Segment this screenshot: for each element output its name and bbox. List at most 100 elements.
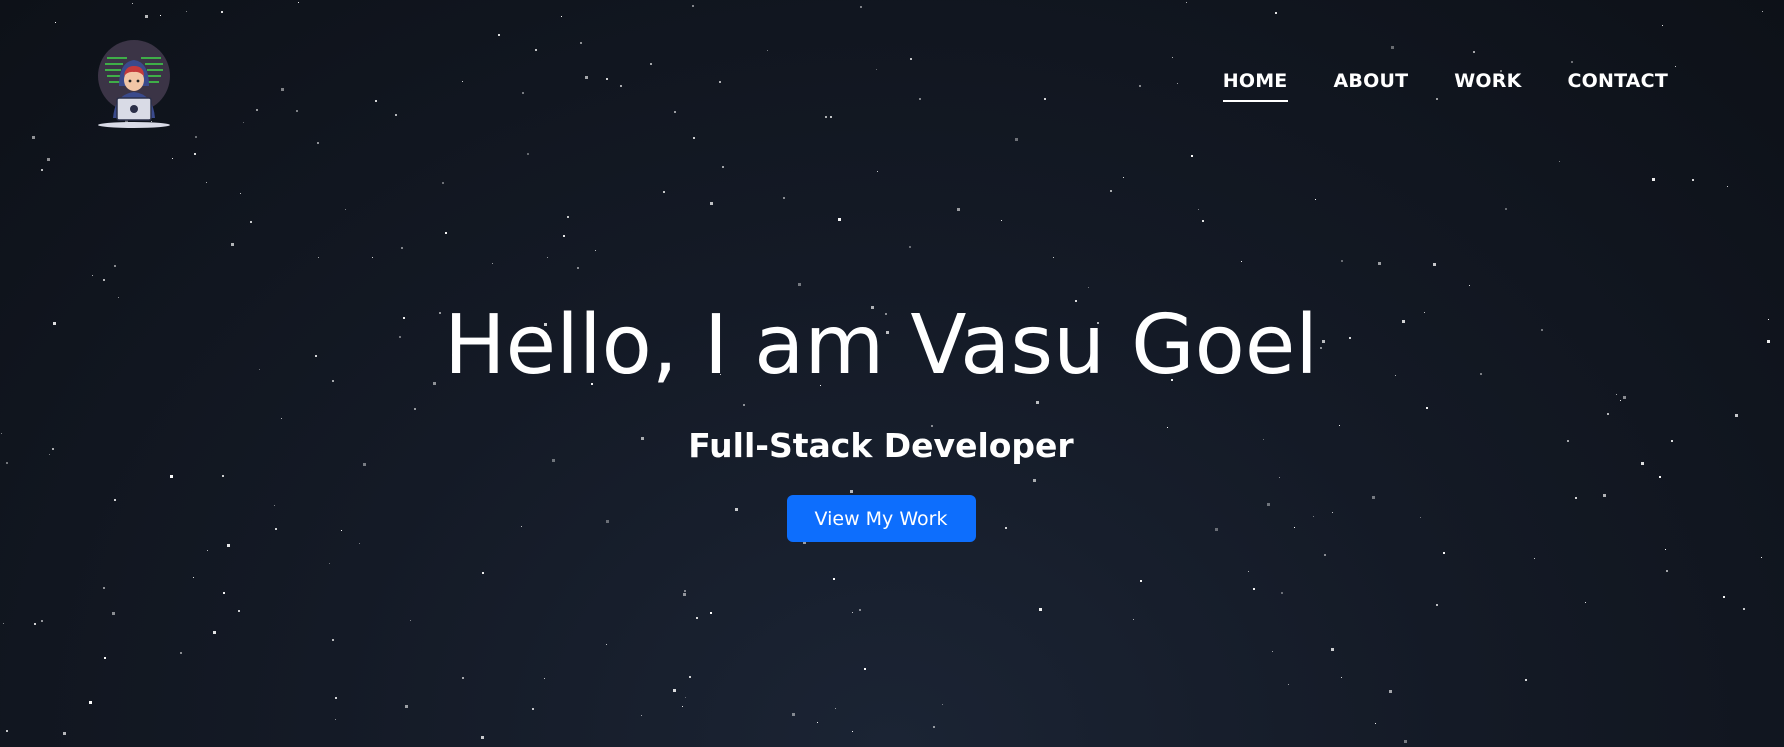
nav-item-contact[interactable]: CONTACT bbox=[1568, 70, 1669, 102]
star bbox=[684, 590, 686, 592]
star bbox=[1341, 677, 1342, 678]
star bbox=[1623, 396, 1626, 399]
star bbox=[1039, 608, 1042, 611]
star bbox=[1133, 619, 1134, 620]
star bbox=[359, 543, 360, 544]
star bbox=[783, 197, 785, 199]
star bbox=[114, 265, 116, 267]
star bbox=[1659, 476, 1661, 478]
star bbox=[767, 50, 768, 51]
star bbox=[375, 100, 377, 102]
star bbox=[1378, 262, 1381, 265]
star bbox=[145, 15, 148, 18]
star bbox=[1331, 648, 1334, 651]
star bbox=[281, 88, 284, 91]
star bbox=[1607, 413, 1609, 415]
star bbox=[222, 475, 224, 477]
star bbox=[1281, 592, 1283, 594]
star bbox=[674, 111, 676, 113]
star bbox=[1241, 261, 1242, 262]
star bbox=[318, 257, 319, 258]
star bbox=[462, 81, 463, 82]
star bbox=[1275, 12, 1277, 14]
star bbox=[1375, 723, 1376, 724]
star bbox=[296, 110, 298, 112]
nav-item-home[interactable]: HOME bbox=[1222, 70, 1288, 102]
star bbox=[1324, 554, 1326, 556]
cta-container: View My Work bbox=[0, 495, 1762, 542]
star bbox=[909, 246, 911, 248]
star bbox=[561, 16, 562, 17]
star bbox=[103, 587, 105, 589]
star bbox=[332, 639, 334, 641]
star bbox=[710, 202, 713, 205]
star bbox=[172, 158, 173, 159]
star bbox=[1525, 679, 1527, 681]
star bbox=[32, 136, 35, 139]
star bbox=[719, 81, 721, 83]
star bbox=[1172, 57, 1173, 58]
view-my-work-button[interactable]: View My Work bbox=[786, 495, 976, 542]
star bbox=[213, 631, 216, 634]
star bbox=[1616, 394, 1617, 395]
star bbox=[227, 544, 230, 547]
nav-item-about[interactable]: ABOUT bbox=[1334, 70, 1409, 102]
star bbox=[1436, 604, 1438, 606]
star bbox=[335, 697, 337, 699]
star bbox=[743, 404, 745, 406]
star bbox=[1288, 684, 1289, 685]
star bbox=[1443, 552, 1445, 554]
star bbox=[682, 706, 683, 707]
star bbox=[414, 408, 416, 410]
star bbox=[195, 136, 197, 138]
star bbox=[860, 6, 862, 8]
star bbox=[1315, 199, 1316, 200]
star bbox=[132, 3, 133, 4]
star bbox=[240, 193, 241, 194]
star bbox=[942, 704, 943, 705]
star bbox=[329, 563, 330, 564]
star bbox=[1571, 61, 1573, 63]
star bbox=[250, 221, 252, 223]
star bbox=[317, 142, 319, 144]
star bbox=[193, 577, 194, 578]
nav-item-work[interactable]: WORK bbox=[1454, 70, 1521, 102]
star bbox=[103, 279, 105, 281]
star bbox=[1666, 570, 1668, 572]
star bbox=[1015, 138, 1018, 141]
star bbox=[1768, 319, 1769, 320]
star bbox=[345, 209, 346, 210]
star bbox=[817, 722, 818, 723]
star bbox=[1505, 208, 1507, 210]
star bbox=[567, 216, 569, 218]
star bbox=[1391, 46, 1394, 49]
star bbox=[1735, 414, 1738, 417]
star bbox=[522, 92, 524, 94]
star bbox=[223, 592, 225, 594]
star bbox=[798, 283, 801, 286]
star bbox=[160, 15, 161, 16]
star bbox=[1198, 209, 1199, 210]
star bbox=[641, 715, 642, 716]
star bbox=[243, 122, 244, 123]
star bbox=[405, 705, 408, 708]
star bbox=[170, 475, 173, 478]
star bbox=[693, 137, 695, 139]
star bbox=[585, 76, 588, 79]
star bbox=[498, 34, 500, 36]
star bbox=[89, 701, 92, 704]
star bbox=[1662, 25, 1663, 26]
star bbox=[1140, 580, 1142, 582]
star bbox=[838, 218, 841, 221]
star bbox=[1279, 477, 1280, 478]
star bbox=[850, 490, 853, 493]
star bbox=[535, 49, 537, 51]
star bbox=[335, 719, 336, 720]
star bbox=[104, 657, 106, 659]
star bbox=[859, 609, 861, 611]
star bbox=[1469, 285, 1470, 286]
star bbox=[256, 109, 258, 111]
star bbox=[1433, 263, 1436, 266]
site-logo[interactable] bbox=[97, 36, 171, 130]
star bbox=[577, 267, 579, 269]
